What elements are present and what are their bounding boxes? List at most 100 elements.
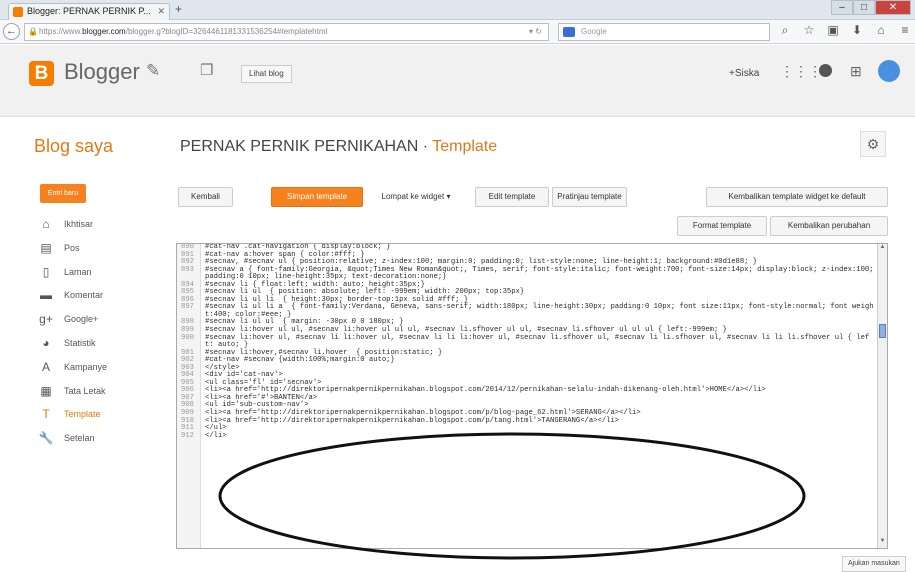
code-text: #secnav li:hover ul, #secnav li li:hover… <box>205 333 870 350</box>
code-line[interactable]: 902 #cat-nav #secnav {width:100%;margin:0… <box>177 357 877 365</box>
code-text: #cat-nav #secnav {width:100%;margin:0 au… <box>205 356 395 365</box>
sidebar-item-label: Ikhtisar <box>64 219 94 229</box>
sidebar-item-ikhtisar[interactable]: ⌂ Ikhtisar <box>38 217 107 241</box>
code-text: </style> <box>205 363 240 372</box>
preview-template-button[interactable]: Pratinjau template <box>552 187 627 207</box>
jump-to-widget-label: Lompat ke widget <box>381 192 445 201</box>
blogger-header: B Blogger ✎ ❐ Lihat blog +Siska ⋮⋮⋮ ⊞ <box>0 45 915 117</box>
gear-icon[interactable]: ⚙ <box>860 131 886 157</box>
sidebar-item-laman[interactable]: ▯ Laman <box>38 265 107 289</box>
line-number: 893 <box>181 265 194 274</box>
scroll-up-icon[interactable]: ▲ <box>878 244 887 254</box>
code-line[interactable]: 910 <li><a href='http://direktoripernakpe… <box>177 417 877 426</box>
template-code-editor[interactable]: 890 #cat-nav .cat-navigation { display:bl… <box>176 243 888 549</box>
apps-grid-icon[interactable]: ⋮⋮⋮ <box>780 63 822 80</box>
code-text: #secnav a { font-family:Georgia, &quot;T… <box>205 265 878 282</box>
browser-tab[interactable]: Blogger: PERNAK PERNIK P... ✕ <box>8 3 170 20</box>
avatar[interactable] <box>878 60 900 82</box>
sidebar-item-komentar[interactable]: ▬ Komentar <box>38 288 107 312</box>
url-prefix: https://www. <box>39 27 83 36</box>
revert-changes-button[interactable]: Kembalikan perubahan <box>770 216 888 236</box>
save-template-button[interactable]: Simpan template <box>271 187 363 207</box>
window-close-icon[interactable]: ✕ <box>875 0 911 15</box>
search-icon[interactable]: ⌕ <box>776 23 794 38</box>
sidebar-item-pos[interactable]: ▤ Pos <box>38 241 107 265</box>
document-icon: ▤ <box>40 240 52 255</box>
sidebar-item-tata-letak[interactable]: ▦ Tata Letak <box>38 384 107 408</box>
code-line[interactable]: 897 #secnav li ul li a { font-family:Verd… <box>177 304 877 319</box>
pencil-icon[interactable]: ✎ <box>146 61 160 81</box>
template-icon: T <box>42 407 50 422</box>
comment-icon: ▬ <box>40 288 52 303</box>
code-line[interactable]: 893 #secnav a { font-family:Georgia, &quo… <box>177 265 878 282</box>
revert-widgets-default-button[interactable]: Kembalikan template widget ke default <box>706 187 888 207</box>
reload-icon[interactable]: ▾ ↻ <box>529 24 542 40</box>
sidebar-item-label: Google+ <box>64 314 99 325</box>
sidebar-item-setelan[interactable]: 🔧 Setelan <box>38 431 107 455</box>
clipboard-icon[interactable]: ▣ <box>824 23 842 38</box>
google-search-icon <box>563 27 575 37</box>
blogger-brand[interactable]: Blogger <box>64 59 140 85</box>
sidebar-item-label: Komentar <box>64 290 104 301</box>
google-plus-icon: g+ <box>39 312 53 327</box>
blogger-favicon-icon <box>13 7 23 17</box>
page-icon: ▯ <box>42 264 50 279</box>
edit-template-button[interactable]: Edit template <box>475 187 549 207</box>
wrench-icon: 🔧 <box>38 431 54 446</box>
browser-tab-bar: Blogger: PERNAK PERNIK P... ✕ + – □ ✕ <box>0 0 915 20</box>
url-path: /blogger.g?blogID=3264461181331536254#te… <box>125 27 328 36</box>
new-post-button[interactable]: Entri baru <box>40 184 86 203</box>
browser-search-box[interactable]: Google <box>558 23 770 41</box>
home-icon[interactable]: ⌂ <box>872 23 890 38</box>
view-blog-button[interactable]: Lihat blog <box>241 65 292 83</box>
editor-scrollbar[interactable]: ▲ ▼ <box>877 244 887 548</box>
my-blogs-link[interactable]: Blog saya <box>34 136 113 157</box>
blog-title: PERNAK PERNIK PERNIKAHAN <box>180 138 419 155</box>
scroll-down-icon[interactable]: ▼ <box>878 538 887 548</box>
code-line[interactable]: 900 #secnav li:hover ul, #secnav li li:ho… <box>177 333 877 350</box>
url-domain: blogger.com <box>82 27 126 36</box>
code-line[interactable]: 912 </li> <box>177 431 877 441</box>
sidebar-item-kampanye[interactable]: A Kampanye <box>38 360 107 384</box>
close-tab-icon[interactable]: ✕ <box>157 4 165 19</box>
minimize-icon[interactable]: – <box>831 0 853 15</box>
star-icon[interactable]: ☆ <box>800 23 818 38</box>
page-title: PERNAK PERNIK PERNIKAHAN · Template <box>180 138 497 156</box>
chart-icon: ◕ <box>42 335 50 350</box>
code-text: </li> <box>205 431 227 440</box>
sidebar-item-statistik[interactable]: ◕ Statistik <box>38 336 107 360</box>
back-arrow-icon[interactable]: ← <box>3 23 20 40</box>
lock-icon: 🔒 <box>28 27 38 36</box>
jump-to-widget-dropdown[interactable]: Lompat ke widget ▾ <box>369 187 463 207</box>
sidebar-item-label: Laman <box>64 266 92 277</box>
send-feedback-button[interactable]: Ajukan masukan <box>842 556 906 572</box>
blogger-logo-icon[interactable]: B <box>29 61 54 86</box>
sidebar-item-template[interactable]: T Template <box>38 407 107 431</box>
user-profile-link[interactable]: +Siska <box>729 68 759 79</box>
code-lines[interactable]: 890 #cat-nav .cat-navigation { display:bl… <box>177 244 877 440</box>
sidebar-item-label: Tata Letak <box>64 385 106 396</box>
sidebar-item-label: Kampanye <box>64 361 108 372</box>
download-icon[interactable]: ⬇ <box>848 23 866 38</box>
format-template-button[interactable]: Format template <box>677 216 767 236</box>
campaign-icon: A <box>41 359 50 374</box>
search-placeholder: Google <box>581 27 607 36</box>
menu-icon[interactable]: ≡ <box>896 23 914 38</box>
new-tab-icon[interactable]: + <box>175 2 182 16</box>
address-bar[interactable]: 🔒 https://www.blogger.com/blogger.g?blog… <box>24 23 549 41</box>
share-icon[interactable]: ⊞ <box>850 63 862 80</box>
line-number: 897 <box>181 303 194 312</box>
maximize-icon[interactable]: □ <box>853 0 875 15</box>
tab-title: Blogger: PERNAK PERNIK P... <box>27 6 151 16</box>
scroll-thumb[interactable] <box>879 324 886 338</box>
home-icon: ⌂ <box>42 217 50 231</box>
copy-posts-icon[interactable]: ❐ <box>200 61 213 79</box>
sidebar-item-label: Statistik <box>64 337 96 348</box>
sidebar-item-label: Setelan <box>64 433 95 444</box>
notifications-icon[interactable] <box>819 64 832 77</box>
sidebar-item-label: Pos <box>64 242 80 253</box>
back-button[interactable]: Kembali <box>178 187 233 207</box>
sidebar-item-google-plus[interactable]: g+ Google+ <box>38 312 107 336</box>
sidebar-item-label: Template <box>64 409 101 420</box>
code-line[interactable]: 911 </ul> <box>177 425 877 433</box>
